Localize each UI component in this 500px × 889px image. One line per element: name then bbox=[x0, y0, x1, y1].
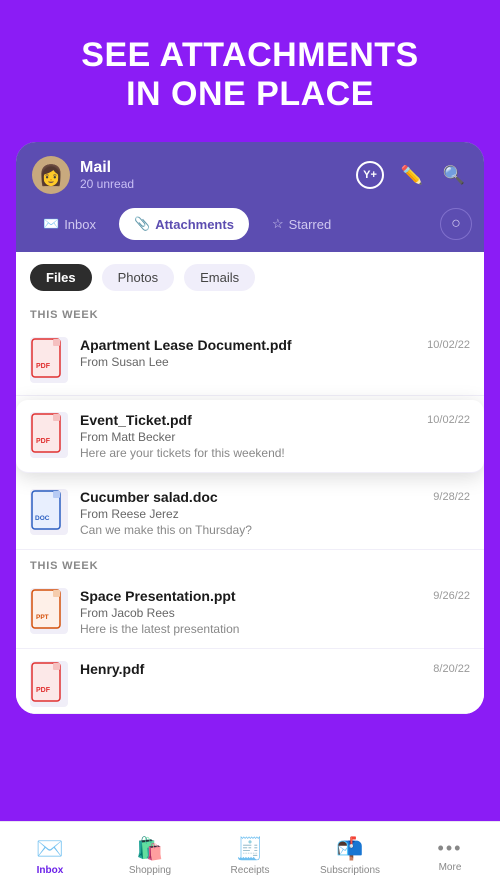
nav-item-inbox[interactable]: ✉️ Inbox bbox=[0, 836, 100, 876]
nav-item-subscriptions[interactable]: 📬 Subscriptions bbox=[300, 836, 400, 876]
ppt-icon-presentation: PPT bbox=[30, 588, 68, 634]
subscriptions-nav-label: Subscriptions bbox=[320, 865, 380, 876]
subtab-files[interactable]: Files bbox=[30, 264, 92, 291]
edit-icon[interactable]: ✏️ bbox=[398, 161, 426, 189]
svg-text:PDF: PDF bbox=[36, 687, 51, 694]
doc-icon-cucumber: DOC bbox=[30, 489, 68, 535]
svg-text:PDF: PDF bbox=[36, 438, 51, 445]
section-label-thisweek-1: THIS WEEK bbox=[16, 299, 484, 325]
file-name-apartment: Apartment Lease Document.pdf bbox=[80, 337, 415, 353]
file-date-presentation: 9/26/22 bbox=[433, 588, 470, 602]
section-label-thisweek-2: THIS WEEK bbox=[16, 550, 484, 576]
file-preview-ticket: Here are your tickets for this weekend! bbox=[80, 446, 415, 460]
mail-header: 👩 Mail 20 unread Y+ ✏️ 🔍 bbox=[16, 142, 484, 208]
file-item-ticket[interactable]: PDF Event_Ticket.pdf From Matt Becker He… bbox=[16, 400, 484, 473]
file-sender-apartment: From Susan Lee bbox=[80, 355, 415, 369]
starred-tab-icon: ☆ bbox=[272, 216, 284, 232]
nav-item-shopping[interactable]: 🛍️ Shopping bbox=[100, 836, 200, 876]
pdf-icon-henry: PDF bbox=[30, 661, 68, 707]
subscriptions-nav-icon: 📬 bbox=[336, 836, 363, 862]
file-preview-cucumber: Can we make this on Thursday? bbox=[80, 523, 421, 537]
file-sender-cucumber: From Reese Jerez bbox=[80, 507, 421, 521]
file-item-cucumber[interactable]: DOC Cucumber salad.doc From Reese Jerez … bbox=[16, 477, 484, 550]
file-name-cucumber: Cucumber salad.doc bbox=[80, 489, 421, 505]
main-tab-bar: ✉️ Inbox 📎 Attachments ☆ Starred ○ bbox=[16, 208, 484, 252]
file-info-cucumber: Cucumber salad.doc From Reese Jerez Can … bbox=[80, 489, 421, 537]
file-date-ticket: 10/02/22 bbox=[427, 412, 470, 426]
sub-tab-bar: Files Photos Emails bbox=[16, 252, 484, 299]
file-date-apartment: 10/02/22 bbox=[427, 337, 470, 351]
attachments-tab-icon: 📎 bbox=[134, 216, 150, 232]
starred-tab-label: Starred bbox=[289, 217, 332, 232]
more-nav-icon: ••• bbox=[438, 838, 463, 859]
file-name-presentation: Space Presentation.ppt bbox=[80, 588, 421, 604]
file-info-presentation: Space Presentation.ppt From Jacob Rees H… bbox=[80, 588, 421, 636]
attachments-tab-label: Attachments bbox=[155, 217, 234, 232]
file-item-presentation[interactable]: PPT Space Presentation.ppt From Jacob Re… bbox=[16, 576, 484, 649]
svg-text:DOC: DOC bbox=[35, 515, 50, 522]
file-date-henry: 8/20/22 bbox=[433, 661, 470, 675]
svg-text:PDF: PDF bbox=[36, 363, 51, 370]
file-preview-presentation: Here is the latest presentation bbox=[80, 622, 421, 636]
avatar: 👩 bbox=[32, 156, 70, 194]
hero-title: SEE ATTACHMENTS IN ONE PLACE bbox=[24, 36, 476, 114]
file-sender-ticket: From Matt Becker bbox=[80, 430, 415, 444]
mail-title-block: Mail 20 unread bbox=[80, 159, 134, 191]
pdf-icon-apartment: PDF bbox=[30, 337, 68, 383]
more-nav-label: More bbox=[439, 862, 462, 873]
inbox-nav-label: Inbox bbox=[37, 865, 64, 876]
hero-title-line2: IN ONE PLACE bbox=[126, 75, 374, 113]
inbox-nav-icon: ✉️ bbox=[36, 836, 63, 862]
tab-inbox[interactable]: ✉️ Inbox bbox=[28, 208, 111, 240]
file-item-apartment[interactable]: PDF Apartment Lease Document.pdf From Su… bbox=[16, 325, 484, 396]
header-left: 👩 Mail 20 unread bbox=[32, 156, 134, 194]
file-name-ticket: Event_Ticket.pdf bbox=[80, 412, 415, 428]
file-date-cucumber: 9/28/22 bbox=[433, 489, 470, 503]
file-info-apartment: Apartment Lease Document.pdf From Susan … bbox=[80, 337, 415, 369]
file-info-henry: Henry.pdf bbox=[80, 661, 421, 679]
receipts-nav-label: Receipts bbox=[231, 865, 270, 876]
yahoo-plus-button[interactable]: Y+ bbox=[356, 161, 384, 189]
file-item-henry[interactable]: PDF Henry.pdf 8/20/22 bbox=[16, 649, 484, 714]
tab-starred[interactable]: ☆ Starred bbox=[257, 208, 346, 240]
file-sender-presentation: From Jacob Rees bbox=[80, 606, 421, 620]
subtab-photos[interactable]: Photos bbox=[102, 264, 174, 291]
mail-app-title: Mail bbox=[80, 159, 134, 177]
subtab-emails[interactable]: Emails bbox=[184, 264, 255, 291]
receipts-nav-icon: 🧾 bbox=[236, 836, 263, 862]
mail-unread-count: 20 unread bbox=[80, 177, 134, 191]
bottom-nav: ✉️ Inbox 🛍️ Shopping 🧾 Receipts 📬 Subscr… bbox=[0, 821, 500, 889]
file-list-2: PPT Space Presentation.ppt From Jacob Re… bbox=[16, 576, 484, 714]
inbox-tab-label: Inbox bbox=[64, 217, 96, 232]
nav-item-more[interactable]: ••• More bbox=[400, 838, 500, 873]
file-name-henry: Henry.pdf bbox=[80, 661, 421, 677]
file-list-1: PDF Apartment Lease Document.pdf From Su… bbox=[16, 325, 484, 550]
hero-title-line1: SEE ATTACHMENTS bbox=[81, 36, 418, 74]
file-info-ticket: Event_Ticket.pdf From Matt Becker Here a… bbox=[80, 412, 415, 460]
mail-card: 👩 Mail 20 unread Y+ ✏️ 🔍 ✉️ Inbox 📎 Atta… bbox=[16, 142, 484, 714]
shopping-nav-icon: 🛍️ bbox=[136, 836, 163, 862]
svg-text:PPT: PPT bbox=[36, 614, 49, 621]
tab-more-button[interactable]: ○ bbox=[440, 208, 472, 240]
shopping-nav-label: Shopping bbox=[129, 865, 171, 876]
search-icon[interactable]: 🔍 bbox=[440, 161, 468, 189]
nav-item-receipts[interactable]: 🧾 Receipts bbox=[200, 836, 300, 876]
tab-attachments[interactable]: 📎 Attachments bbox=[119, 208, 249, 240]
inbox-tab-icon: ✉️ bbox=[43, 216, 59, 232]
pdf-icon-ticket: PDF bbox=[30, 412, 68, 458]
header-icons: Y+ ✏️ 🔍 bbox=[356, 161, 468, 189]
hero-section: SEE ATTACHMENTS IN ONE PLACE bbox=[0, 0, 500, 142]
